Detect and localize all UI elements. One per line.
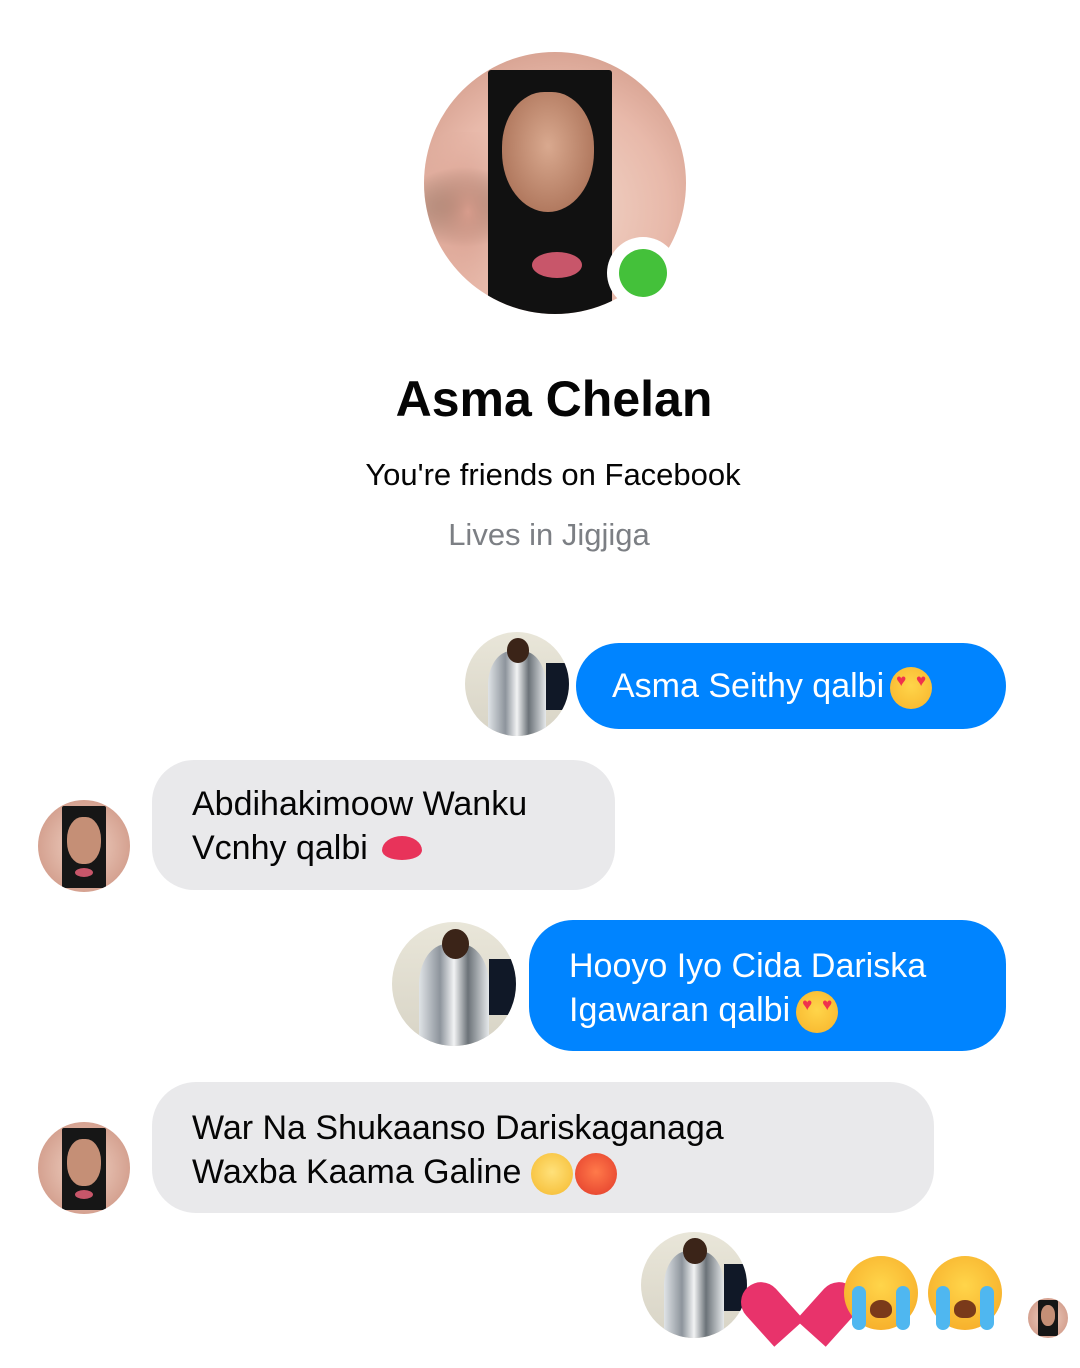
location-text: Lives in Jigjiga (448, 517, 650, 552)
online-status-indicator (607, 237, 679, 309)
message-text: Asma Seithy qalbi (612, 667, 885, 705)
heart-eyes-emoji-icon (796, 991, 839, 1034)
message-bubble-outgoing[interactable]: Asma Seithy qalbi (576, 643, 1006, 729)
message-text-line: Vcnhy qalbi (192, 829, 368, 867)
sender-avatar[interactable] (641, 1232, 747, 1338)
contact-avatar[interactable] (38, 800, 130, 892)
read-receipt-avatar (1028, 1298, 1068, 1338)
rolling-eyes-emoji-icon (531, 1153, 574, 1196)
broken-heart-emoji-icon[interactable] (762, 1258, 838, 1324)
friend-status: You're friends on Facebook (365, 457, 741, 492)
contact-avatar[interactable] (38, 1122, 130, 1214)
message-bubble-incoming[interactable]: Abdihakimoow Wanku Vcnhy qalbi (152, 760, 615, 890)
sender-avatar[interactable] (392, 922, 516, 1046)
loudly-crying-emoji-icon[interactable] (844, 1256, 918, 1330)
message-text-line: War Na Shukaanso Dariskaganaga (192, 1109, 724, 1147)
message-text-line: Igawaran qalbi (569, 991, 791, 1029)
heart-eyes-emoji-icon (890, 667, 933, 710)
message-text-line: Waxba Kaama Galine (192, 1153, 522, 1191)
message-bubble-outgoing[interactable]: Hooyo Iyo Cida Dariska Igawaran qalbi (529, 920, 1006, 1051)
contact-name[interactable]: Asma Chelan (0, 370, 1080, 428)
kiss-mark-emoji-icon (381, 836, 422, 861)
message-bubble-incoming[interactable]: War Na Shukaanso Dariskaganaga Waxba Kaa… (152, 1082, 934, 1213)
sender-avatar[interactable] (465, 632, 569, 736)
message-text-line: Abdihakimoow Wanku (192, 785, 528, 823)
angry-face-emoji-icon (575, 1153, 618, 1196)
message-text-line: Hooyo Iyo Cida Dariska (569, 947, 927, 985)
loudly-crying-emoji-icon[interactable] (928, 1256, 1002, 1330)
